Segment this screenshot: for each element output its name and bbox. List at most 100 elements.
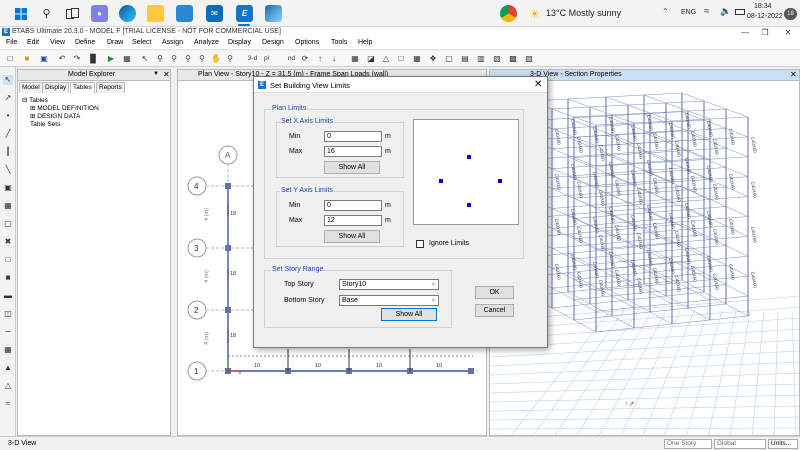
force-diagram-icon[interactable]: ▥ <box>476 54 486 64</box>
coord-system-select[interactable]: Global <box>714 439 766 449</box>
draw-quick-area-icon[interactable]: ■ <box>3 273 13 283</box>
grid-icon[interactable]: ▦ <box>412 54 422 64</box>
menu-define[interactable]: Define <box>75 39 95 46</box>
section-cut-icon[interactable]: ▨ <box>524 54 534 64</box>
zoom-restore-icon[interactable]: ⚲ <box>169 54 179 64</box>
redo-icon[interactable]: ↷ <box>72 54 82 64</box>
open-icon[interactable]: ■ <box>22 54 32 64</box>
menu-file[interactable]: File <box>6 39 17 46</box>
store-icon[interactable] <box>176 5 193 22</box>
element-display-icon[interactable]: ◪ <box>366 54 376 64</box>
story-mode-select[interactable]: One Story <box>664 439 712 449</box>
clock-time[interactable]: 18:34 <box>754 3 772 10</box>
file-explorer-icon[interactable] <box>147 5 164 22</box>
battery-icon[interactable] <box>735 9 745 15</box>
draw-developed-icon[interactable]: ▲ <box>3 363 13 373</box>
close-button[interactable]: ✕ <box>778 27 798 38</box>
move-up-icon[interactable]: ↑ <box>315 54 325 64</box>
plan-limits-preview[interactable] <box>413 119 519 225</box>
zoom-fit-icon[interactable]: ⚲ <box>225 54 235 64</box>
draw-column-icon[interactable]: ┃ <box>3 147 13 157</box>
y-show-all-button[interactable]: Show All <box>324 230 380 243</box>
view-elevation-button[interactable]: nd <box>286 54 297 64</box>
minimize-button[interactable]: — <box>735 27 755 38</box>
draw-joint-icon[interactable]: • <box>3 111 13 121</box>
weather-text[interactable]: 13°C Mostly sunny <box>546 8 621 18</box>
reshape-icon[interactable]: ↗ <box>3 93 13 103</box>
draw-grid-icon[interactable]: ▦ <box>3 345 13 355</box>
draw-beam-icon[interactable]: ╱ <box>3 129 13 139</box>
deformed-shape-icon[interactable]: ▤ <box>460 54 470 64</box>
explorer-close-icon[interactable]: ✕ <box>163 70 170 79</box>
menu-help[interactable]: Help <box>358 39 372 46</box>
tree-node-tables[interactable]: ⊟ Tables <box>22 97 99 105</box>
menu-tools[interactable]: Tools <box>331 39 347 46</box>
3d-view-close-icon[interactable]: ✕ <box>790 70 797 79</box>
search-icon[interactable]: ⚲ <box>38 5 55 22</box>
draw-opening-icon[interactable]: ▢ <box>3 219 13 229</box>
draw-tendon-icon[interactable]: ∼ <box>3 327 13 337</box>
chrome-icon[interactable] <box>500 5 517 22</box>
menu-design[interactable]: Design <box>262 39 284 46</box>
draw-wall-icon[interactable]: ▣ <box>3 183 13 193</box>
windows-start-icon[interactable] <box>12 5 29 22</box>
zoom-out-icon[interactable]: ⚲ <box>197 54 207 64</box>
y-max-input[interactable]: 12 <box>324 215 382 226</box>
lock-icon[interactable]: █ <box>88 54 98 64</box>
draw-section-cut-icon[interactable]: ◫ <box>3 309 13 319</box>
edge-browser-icon[interactable] <box>119 5 136 22</box>
view-plan-button[interactable]: pl <box>261 54 272 64</box>
ok-button[interactable]: OK <box>475 286 514 299</box>
zoom-in-icon[interactable]: ⚲ <box>183 54 193 64</box>
x-max-input[interactable]: 16 <box>324 146 382 157</box>
ignore-limits-checkbox[interactable] <box>416 240 424 248</box>
x-min-input[interactable]: 0 <box>324 131 382 142</box>
menu-view[interactable]: View <box>50 39 65 46</box>
view-3d-button[interactable]: 3-d <box>246 54 259 64</box>
object-shrink-icon[interactable]: □ <box>396 54 406 64</box>
cancel-button[interactable]: Cancel <box>475 304 514 317</box>
menu-select[interactable]: Select <box>132 39 151 46</box>
menu-draw[interactable]: Draw <box>107 39 123 46</box>
volume-icon[interactable]: 🔈 <box>720 6 731 17</box>
notification-badge[interactable]: 18 <box>784 8 797 20</box>
x-show-all-button[interactable]: Show All <box>324 161 380 174</box>
table-icon[interactable]: ▩ <box>508 54 518 64</box>
tree-node-design-data[interactable]: ⊞ DESIGN DATA <box>22 113 99 121</box>
tree-node-table-sets[interactable]: Table Sets <box>22 121 99 129</box>
units-button[interactable]: Units... <box>768 439 798 449</box>
save-icon[interactable]: ▣ <box>39 54 49 64</box>
design-results-icon[interactable]: ▧ <box>492 54 502 64</box>
mail-icon[interactable]: ✉ <box>206 5 223 22</box>
bottom-story-select[interactable]: Base ⌄ <box>339 295 439 306</box>
display-options-icon[interactable]: ▦ <box>350 54 360 64</box>
design-icon[interactable]: ▦ <box>122 54 132 64</box>
menu-analyze[interactable]: Analyze <box>194 39 219 46</box>
weather-icon[interactable]: ☀ <box>526 5 543 22</box>
story-show-all-button[interactable]: Show All <box>381 308 437 321</box>
menu-display[interactable]: Display <box>228 39 251 46</box>
draw-link-icon[interactable]: ✖ <box>3 237 13 247</box>
menu-edit[interactable]: Edit <box>27 39 39 46</box>
tray-chevron-icon[interactable]: ⌃ <box>662 7 669 16</box>
run-analysis-icon[interactable]: ▶ <box>106 54 116 64</box>
menu-options[interactable]: Options <box>295 39 319 46</box>
tree-node-model-definition[interactable]: ⊞ MODEL DEFINITION <box>22 105 99 113</box>
shadow-icon[interactable]: △ <box>381 54 391 64</box>
explorer-dropdown-icon[interactable]: ▼ <box>153 71 159 77</box>
chat-icon[interactable]: ● <box>91 5 108 22</box>
wifi-icon[interactable]: ≈ <box>704 6 710 17</box>
new-model-icon[interactable]: □ <box>5 54 15 64</box>
undo-icon[interactable]: ↶ <box>57 54 67 64</box>
tab-display[interactable]: Display <box>42 82 70 93</box>
clock-date[interactable]: 08-12-2022 <box>747 13 783 20</box>
restore-button[interactable]: ❐ <box>755 27 775 38</box>
draw-dimension-icon[interactable]: ▬ <box>3 291 13 301</box>
draw-wave-icon[interactable]: ≈ <box>3 399 13 409</box>
pan-icon[interactable]: ✋ <box>211 54 221 64</box>
move-down-icon[interactable]: ↓ <box>329 54 339 64</box>
draw-rect-area-icon[interactable]: □ <box>3 255 13 265</box>
tab-model[interactable]: Model <box>19 82 43 93</box>
tab-reports[interactable]: Reports <box>96 82 125 93</box>
draw-reference-icon[interactable]: △ <box>3 381 13 391</box>
